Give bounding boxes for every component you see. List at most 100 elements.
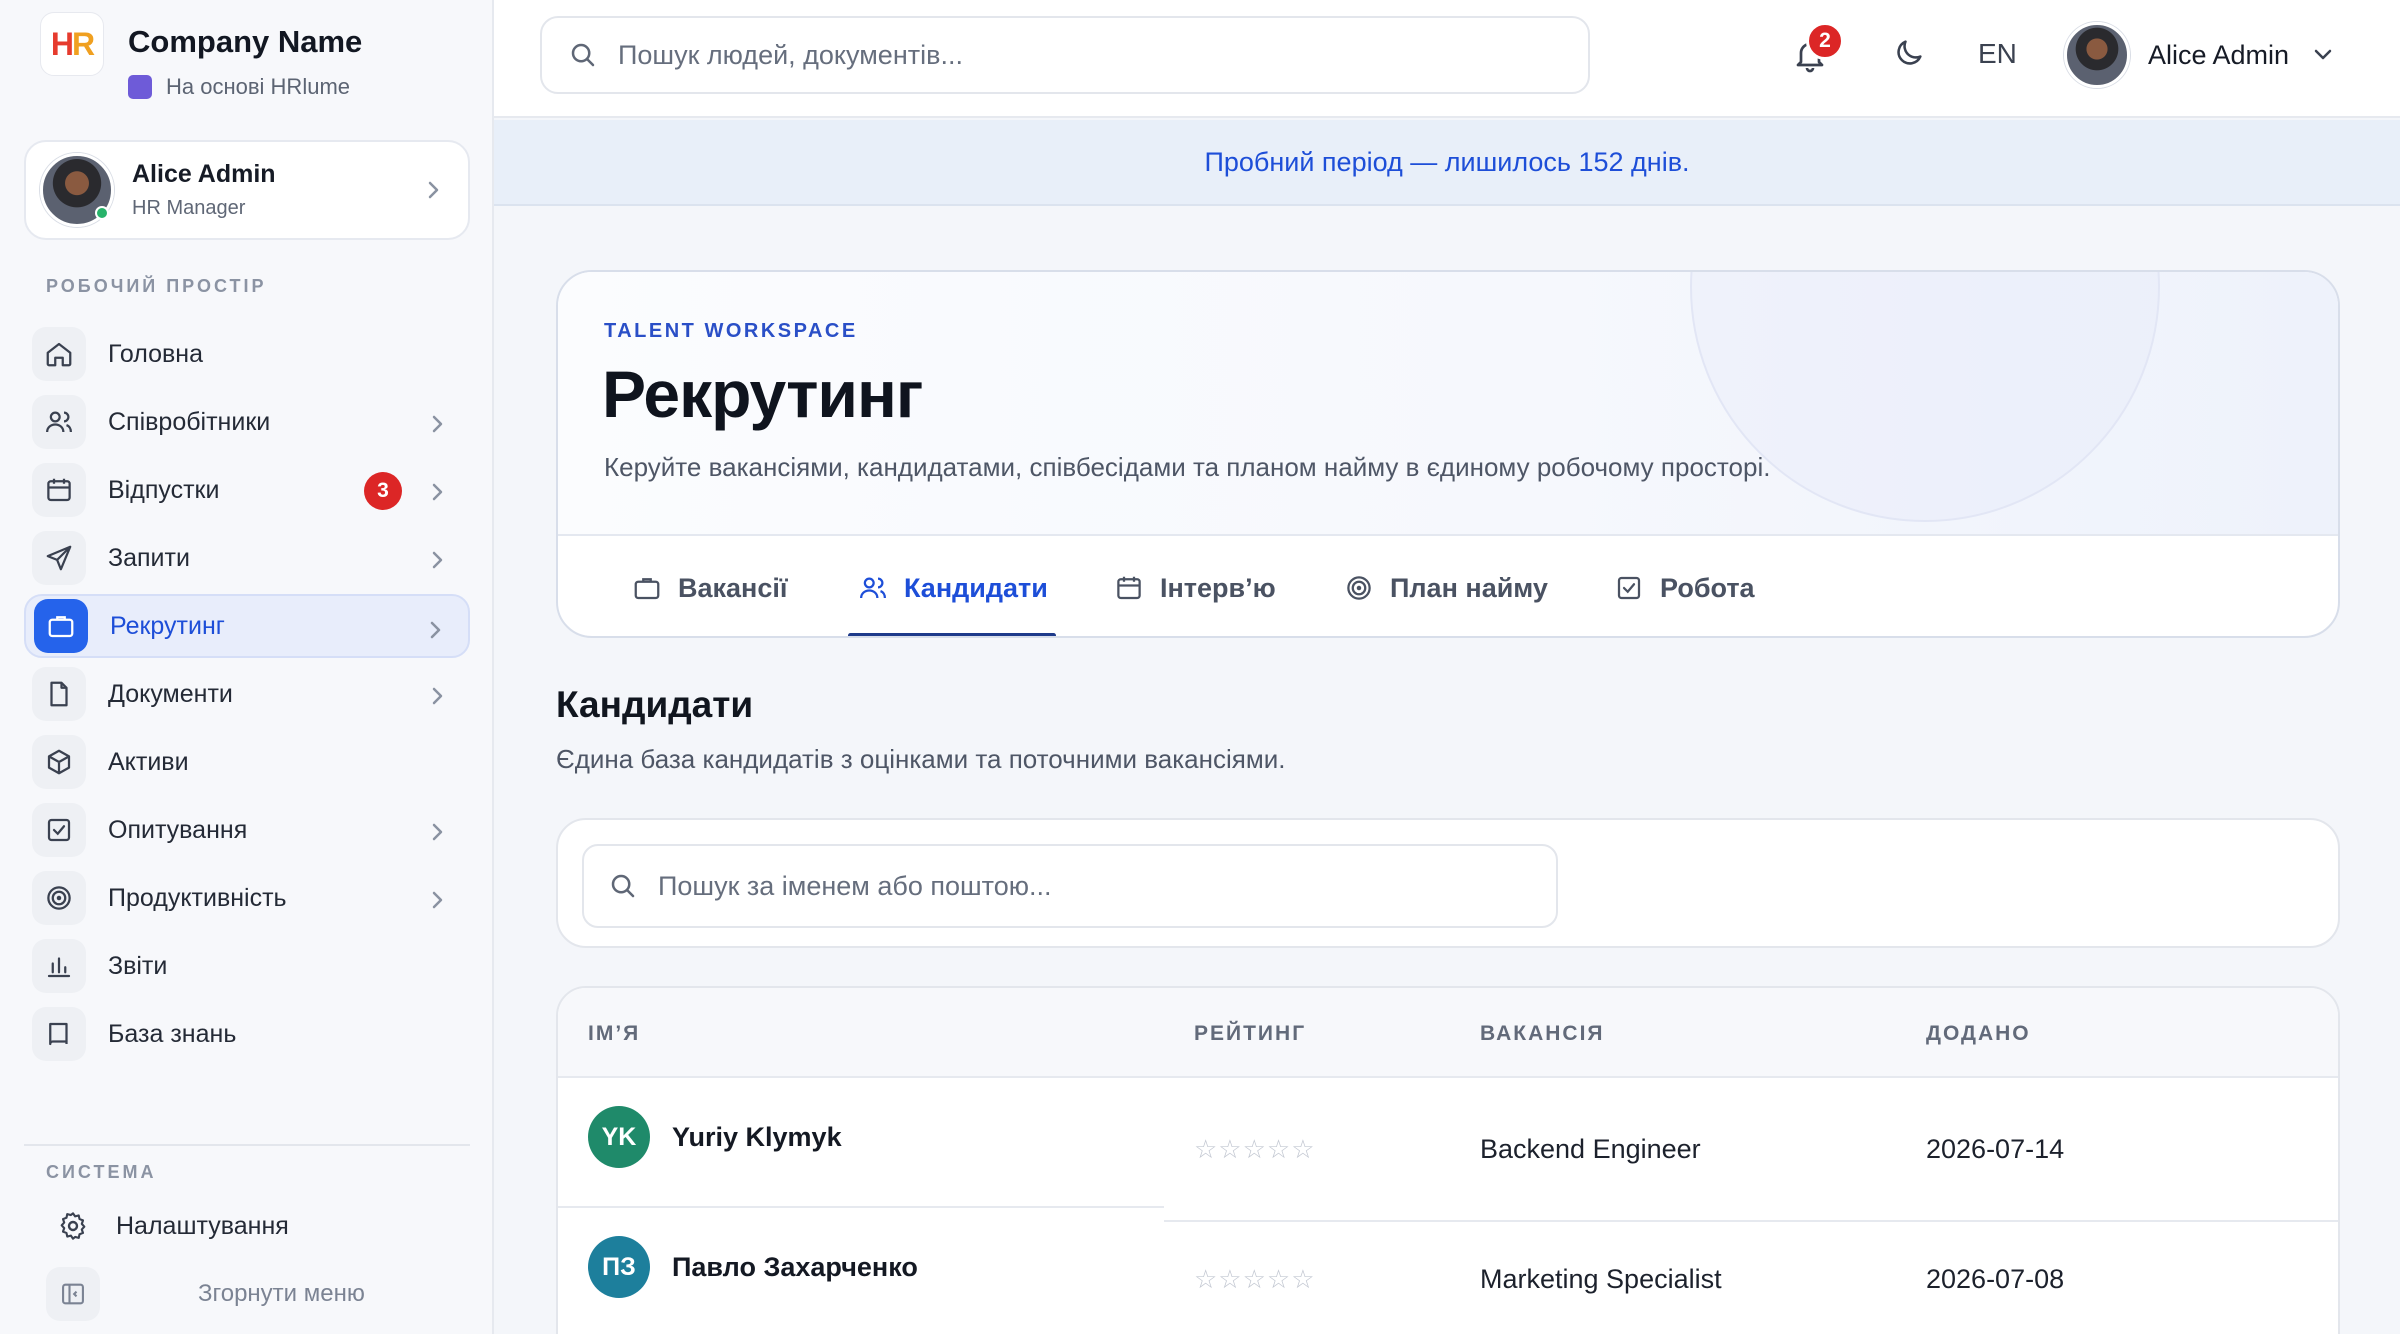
collapse-menu-button[interactable]: Згорнути меню bbox=[24, 1264, 470, 1324]
sidebar-item-requests[interactable]: Запити bbox=[24, 526, 470, 590]
logo-letter-r: R bbox=[72, 25, 95, 62]
trial-banner: Пробний період — лишилось 152 днів. bbox=[494, 120, 2400, 206]
sidebar-item-leave[interactable]: Відпустки 3 bbox=[24, 458, 470, 522]
sidebar-item-knowledge-base[interactable]: База знань bbox=[24, 1002, 470, 1066]
candidates-filter-card bbox=[556, 818, 2340, 948]
checkbox-icon bbox=[1614, 573, 1644, 603]
sidebar-item-label: База знань bbox=[108, 1019, 237, 1048]
sidebar-item-documents[interactable]: Документи bbox=[24, 662, 470, 726]
chevron-right-icon bbox=[432, 891, 443, 909]
bar-chart-icon bbox=[32, 939, 86, 993]
hero-header: TALENT WORKSPACE Рекрутинг Керуйте вакан… bbox=[558, 272, 2338, 536]
chevron-right-icon bbox=[432, 823, 443, 841]
tab-candidates[interactable]: Кандидати bbox=[848, 538, 1056, 636]
company-name: Company Name bbox=[128, 24, 363, 59]
table-row[interactable]: ПЗ Павло Захарченко ☆☆☆☆☆ Marketing Spec… bbox=[558, 1210, 2338, 1334]
sidebar-item-assets[interactable]: Активи bbox=[24, 730, 470, 794]
sidebar-item-label: Опитування bbox=[108, 815, 248, 844]
users-icon bbox=[858, 573, 888, 603]
book-icon bbox=[32, 1007, 86, 1061]
global-search-input[interactable] bbox=[618, 39, 1536, 71]
candidate-initials-avatar: YK bbox=[588, 1106, 650, 1168]
row-divider bbox=[558, 1206, 1164, 1208]
candidate-name[interactable]: Yuriy Klymyk bbox=[672, 1122, 842, 1153]
sidebar-item-label: Налаштування bbox=[116, 1211, 289, 1240]
sidebar-item-settings[interactable]: Налаштування bbox=[24, 1196, 470, 1256]
briefcase-icon bbox=[632, 573, 662, 603]
online-status-dot bbox=[95, 206, 109, 220]
star-rating[interactable]: ☆☆☆☆☆ bbox=[1194, 1264, 1316, 1295]
sidebar-item-label: Відпустки bbox=[108, 475, 220, 504]
user-role: HR Manager bbox=[132, 197, 246, 219]
chevron-right-icon bbox=[428, 181, 439, 199]
system-section-label: СИСТЕМА bbox=[46, 1162, 157, 1182]
powered-by: На основі HRlume bbox=[128, 74, 362, 100]
sidebar-item-recruiting[interactable]: Рекрутинг bbox=[24, 594, 470, 658]
chevron-right-icon bbox=[432, 483, 443, 501]
chevron-right-icon bbox=[432, 415, 443, 433]
sidebar-item-surveys[interactable]: Опитування bbox=[24, 798, 470, 862]
sidebar-item-label: Продуктивність bbox=[108, 883, 287, 912]
tab-label: Вакансії bbox=[678, 572, 788, 603]
chevron-right-icon bbox=[432, 551, 443, 569]
document-icon bbox=[32, 667, 86, 721]
candidate-added-date: 2026-07-14 bbox=[1926, 1134, 2065, 1164]
candidate-name[interactable]: Павло Захарченко bbox=[672, 1252, 918, 1283]
briefcase-icon bbox=[34, 599, 88, 653]
avatar bbox=[2064, 22, 2130, 88]
chevron-right-icon bbox=[432, 687, 443, 705]
language-switch[interactable]: EN bbox=[1978, 38, 2017, 70]
sidebar-item-home[interactable]: Головна bbox=[24, 322, 470, 386]
candidates-description: Єдина база кандидатів з оцінками та пото… bbox=[556, 744, 1286, 774]
sidebar-item-reports[interactable]: Звіти bbox=[24, 934, 470, 998]
sidebar-item-employees[interactable]: Співробітники bbox=[24, 390, 470, 454]
column-header-vacancy[interactable]: ВАКАНСІЯ bbox=[1480, 1022, 1605, 1046]
leave-count-badge: 3 bbox=[364, 472, 402, 510]
candidate-search-input[interactable] bbox=[658, 870, 1512, 902]
column-header-rating[interactable]: РЕЙТИНГ bbox=[1194, 1022, 1306, 1046]
notification-count-badge: 2 bbox=[1806, 22, 1844, 60]
target-icon bbox=[32, 871, 86, 925]
user-name: Alice Admin bbox=[132, 160, 276, 188]
user-menu[interactable]: Alice Admin bbox=[2064, 22, 2335, 88]
sidebar-item-performance[interactable]: Продуктивність bbox=[24, 866, 470, 930]
recruiting-hero-card: TALENT WORKSPACE Рекрутинг Керуйте вакан… bbox=[556, 270, 2340, 638]
global-search[interactable] bbox=[540, 16, 1590, 94]
user-profile-card[interactable]: Alice Admin HR Manager bbox=[24, 140, 470, 240]
column-header-added[interactable]: ДОДАНО bbox=[1926, 1022, 2031, 1046]
chevron-down-icon bbox=[2314, 49, 2332, 60]
sidebar-item-label: Співробітники bbox=[108, 407, 271, 436]
tab-work[interactable]: Робота bbox=[1614, 538, 1755, 636]
star-rating[interactable]: ☆☆☆☆☆ bbox=[1194, 1134, 1316, 1165]
candidate-initials-avatar: ПЗ bbox=[588, 1236, 650, 1298]
search-icon bbox=[611, 874, 635, 898]
sidebar-nav: Головна Співробітники Відпустки 3 Запити… bbox=[24, 322, 470, 1070]
candidates-table: ІМ’Я РЕЙТИНГ ВАКАНСІЯ ДОДАНО YK Yuriy Kl… bbox=[556, 986, 2340, 1334]
sidebar-item-label: Документи bbox=[108, 679, 233, 708]
tab-vacancies[interactable]: Вакансії bbox=[632, 538, 788, 636]
candidate-vacancy: Backend Engineer bbox=[1480, 1134, 1701, 1164]
avatar bbox=[40, 153, 114, 227]
powered-by-label: На основі HRlume bbox=[166, 74, 351, 99]
tab-hiring-plan[interactable]: План найму bbox=[1344, 538, 1548, 636]
sidebar-collapse-icon bbox=[46, 1267, 100, 1321]
sidebar-divider bbox=[24, 1144, 470, 1146]
column-header-name[interactable]: ІМ’Я bbox=[588, 1022, 640, 1046]
tab-interviews[interactable]: Інтерв’ю bbox=[1114, 538, 1276, 636]
table-row[interactable]: YK Yuriy Klymyk ☆☆☆☆☆ Backend Engineer 2… bbox=[558, 1080, 2338, 1222]
company-logo: HR bbox=[40, 12, 104, 76]
candidate-search[interactable] bbox=[582, 844, 1558, 928]
moon-icon[interactable] bbox=[1892, 36, 1926, 70]
page-title: Рекрутинг bbox=[602, 357, 923, 431]
page-description: Керуйте вакансіями, кандидатами, співбес… bbox=[604, 452, 1771, 482]
candidate-added-date: 2026-07-08 bbox=[1926, 1264, 2065, 1294]
brand[interactable]: HR Company Name На основі HRlume bbox=[40, 12, 362, 100]
candidates-title: Кандидати bbox=[556, 684, 754, 725]
sidebar-item-label: Головна bbox=[108, 339, 203, 368]
recruiting-tabs: Вакансії Кандидати Інтерв’ю План найму Р… bbox=[558, 538, 2338, 636]
calendar-icon bbox=[1114, 573, 1144, 603]
search-icon bbox=[571, 43, 595, 67]
tab-label: Інтерв’ю bbox=[1160, 572, 1276, 603]
hero-eyebrow: TALENT WORKSPACE bbox=[604, 320, 858, 342]
table-header: ІМ’Я РЕЙТИНГ ВАКАНСІЯ ДОДАНО bbox=[558, 988, 2338, 1078]
